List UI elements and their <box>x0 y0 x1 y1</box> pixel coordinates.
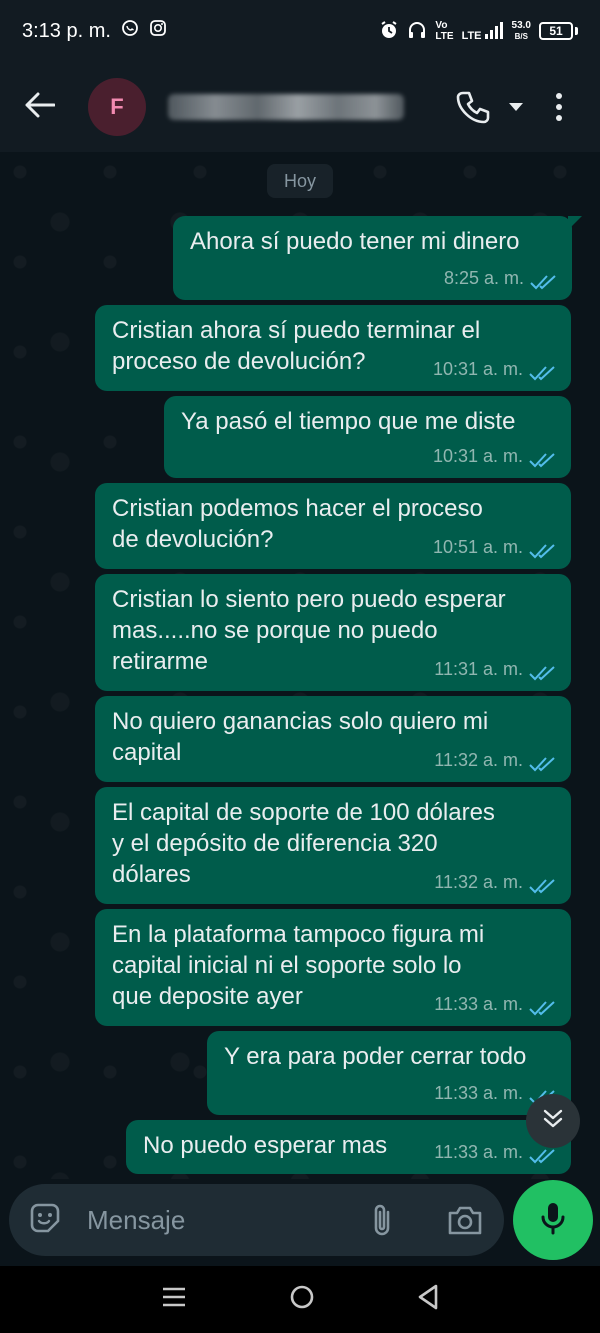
alarm-icon <box>379 20 399 43</box>
more-options-button[interactable] <box>554 92 564 127</box>
status-bar: 3:13 p. m. Vo LTE LTE 53.0 B/S 51 <box>0 0 600 62</box>
chat-header: F redacted <box>0 62 600 152</box>
message-time: 10:31 a. m. <box>432 359 523 379</box>
recent-apps-button[interactable] <box>161 1286 187 1313</box>
volte-indicator: Vo LTE <box>435 20 453 42</box>
volte-bottom-label: LTE <box>435 31 454 42</box>
network-speed-unit: B/S <box>514 32 528 41</box>
signal-bars-icon <box>484 21 504 42</box>
battery-level: 51 <box>549 24 563 38</box>
sticker-button[interactable] <box>9 1184 81 1256</box>
status-right: Vo LTE LTE 53.0 B/S 51 <box>379 20 578 43</box>
chat-area[interactable]: Hoy Ahora sí puedo tener mi dinero 8:25 … <box>0 152 600 1179</box>
message-meta: 11:32 a. m. <box>434 745 557 776</box>
message-time: 11:33 a. m. <box>434 1142 523 1162</box>
double-chevron-down-icon <box>542 1108 564 1135</box>
message-time: 11:32 a. m. <box>434 872 523 892</box>
message-bubble[interactable]: Cristian ahora sí puedo terminar el proc… <box>95 305 571 391</box>
instagram-notification-icon <box>149 19 167 43</box>
date-divider-label: Hoy <box>283 170 316 191</box>
message-bubble[interactable]: No puedo esperar mas 11:33 a. m. <box>126 1120 571 1174</box>
message-time: 11:33 a. m. <box>434 994 523 1014</box>
message-bubble[interactable]: En la plataforma tampoco figura mi capit… <box>95 909 571 1026</box>
status-left: 3:13 p. m. <box>22 19 167 43</box>
message-bubble[interactable]: Cristian lo siento pero puedo esperar ma… <box>95 574 571 691</box>
message-time: 11:31 a. m. <box>434 659 523 679</box>
paperclip-icon <box>369 1204 395 1242</box>
contact-name-redacted[interactable]: redacted <box>168 94 404 120</box>
avatar[interactable]: F <box>88 78 146 136</box>
home-button[interactable] <box>289 1284 315 1315</box>
message-bubble[interactable]: Y era para poder cerrar todo 11:33 a. m. <box>207 1031 571 1115</box>
double-check-icon <box>529 448 557 467</box>
double-check-icon <box>529 874 557 893</box>
message-meta: 10:31 a. m. <box>433 354 557 385</box>
date-divider: Hoy <box>267 164 333 198</box>
attach-button[interactable] <box>369 1202 395 1243</box>
camera-icon <box>447 1206 483 1240</box>
message-input[interactable] <box>87 1204 347 1236</box>
double-check-icon <box>529 752 557 771</box>
camera-button[interactable] <box>447 1204 483 1241</box>
double-check-icon <box>530 270 558 289</box>
message-meta: 10:51 a. m. <box>433 532 557 563</box>
system-nav-bar <box>0 1266 600 1333</box>
arrow-left-icon <box>25 92 56 123</box>
lte-indicator: LTE <box>462 21 504 42</box>
network-speed-value: 53.0 <box>511 20 531 31</box>
message-time: 11:33 a. m. <box>434 1083 523 1103</box>
compose-bar <box>9 1184 504 1256</box>
double-check-icon <box>529 361 557 380</box>
volte-top-label: Vo <box>435 20 448 31</box>
whatsapp-notification-icon <box>121 19 139 43</box>
caret-down-icon <box>508 100 524 117</box>
call-options-dropdown[interactable] <box>508 100 524 118</box>
back-nav-button[interactable] <box>417 1284 439 1315</box>
message-bubble[interactable]: Ya pasó el tiempo que me diste 10:31 a. … <box>164 396 571 478</box>
message-meta: 11:32 a. m. <box>434 867 557 898</box>
back-button[interactable] <box>0 62 80 152</box>
message-meta: 10:31 a. m. <box>433 441 557 472</box>
message-text: Ahora sí puedo tener mi dinero <box>190 228 520 255</box>
status-time: 3:13 p. m. <box>22 19 111 42</box>
message-time: 10:51 a. m. <box>432 537 523 557</box>
message-time: 8:25 a. m. <box>443 268 524 288</box>
voice-message-button[interactable] <box>513 1180 593 1260</box>
message-text: Y era para poder cerrar todo <box>224 1043 527 1070</box>
battery-tip <box>575 27 578 35</box>
message-meta: 11:31 a. m. <box>434 654 557 685</box>
network-speed: 53.0 B/S <box>512 20 531 42</box>
message-text: Ya pasó el tiempo que me diste <box>181 408 516 435</box>
message-time: 11:32 a. m. <box>434 750 523 770</box>
battery-icon: 51 <box>539 22 573 40</box>
message-meta: 8:25 a. m. <box>444 263 558 294</box>
scroll-to-bottom-button[interactable] <box>526 1094 580 1148</box>
kebab-menu-icon <box>554 93 564 126</box>
double-check-icon <box>529 661 557 680</box>
message-bubble[interactable]: Ahora sí puedo tener mi dinero 8:25 a. m… <box>173 216 582 300</box>
message-bubble[interactable]: Cristian podemos hacer el proceso de dev… <box>95 483 571 569</box>
avatar-initial: F <box>110 94 124 119</box>
message-bubble[interactable]: No quiero ganancias solo quiero mi capit… <box>95 696 571 782</box>
message-time: 10:31 a. m. <box>432 446 523 466</box>
headphones-icon <box>407 20 427 43</box>
double-check-icon <box>529 539 557 558</box>
message-meta: 11:33 a. m. <box>434 989 557 1020</box>
microphone-icon <box>539 1200 567 1241</box>
message-bubble[interactable]: El capital de soporte de 100 dólares y e… <box>95 787 571 904</box>
sticker-icon <box>28 1201 62 1240</box>
voice-call-button[interactable] <box>456 90 490 129</box>
phone-icon <box>456 91 490 128</box>
double-check-icon <box>529 996 557 1015</box>
lte-label: LTE <box>461 29 482 42</box>
